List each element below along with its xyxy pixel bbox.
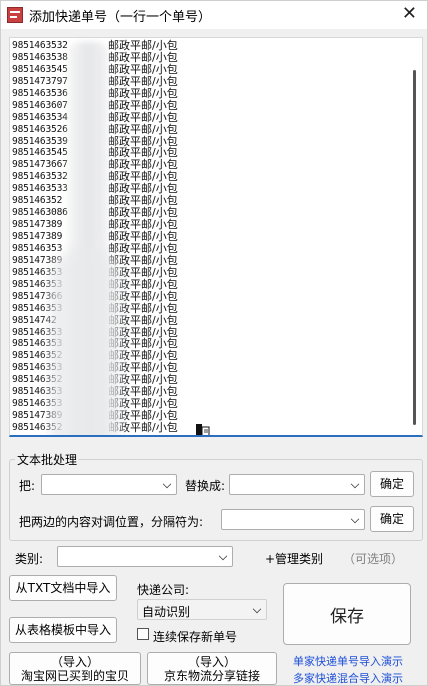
separator-combo[interactable] <box>221 509 365 530</box>
tracking-number: 9851463532 <box>12 40 68 51</box>
courier-selected: 自动识别 <box>142 605 191 619</box>
chevron-down-icon <box>252 604 262 614</box>
confirm-swap-button[interactable]: 确定 <box>370 506 414 532</box>
tracking-number: 9851463086 <box>12 207 68 219</box>
import-txt-button[interactable]: 从TXT文档中导入 <box>9 575 117 601</box>
tracking-numbers-textarea[interactable]: 9851463532 邮政平邮/小包 9851463538 邮政平邮/小包 985146… <box>9 37 423 437</box>
carrier-name: 邮政平邮/小包 <box>108 122 178 136</box>
window-title: 添加快递单号（一行一个单号） <box>29 9 212 25</box>
tracking-number: 985146352 <box>12 195 63 207</box>
tracking-number: 9851463533 <box>12 183 68 195</box>
tracking-number: 9851463539 <box>12 135 68 147</box>
optional-hint: （可选项） <box>343 552 404 566</box>
tracking-number: 9851463545 <box>12 147 68 159</box>
carrier-name: 邮政平邮/小包 <box>108 86 178 100</box>
add-tracking-dialog: 添加快递单号（一行一个单号） ✕ 9851463532 邮政平邮/小包 985146… <box>0 0 428 686</box>
app-logo-icon <box>7 7 23 23</box>
chevron-down-icon <box>350 479 360 489</box>
manage-category-link[interactable]: +管理类别 <box>265 550 323 567</box>
chevron-down-icon <box>218 551 228 561</box>
chevron-down-icon <box>162 479 172 489</box>
carrier-name: 邮政平邮/小包 <box>108 74 178 88</box>
from-combo[interactable] <box>41 474 177 495</box>
replace-label: 替换成: <box>185 479 226 493</box>
import-jd-button[interactable]: （导入） 京东物流分享链接 <box>147 652 277 685</box>
tracking-number: 9851463536 <box>12 87 68 99</box>
save-button[interactable]: 保存 <box>283 583 411 645</box>
carrier-name: 邮政平邮/小包 <box>108 98 178 112</box>
courier-combo[interactable]: 自动识别 <box>137 599 267 620</box>
import-taobao-top: （导入） <box>50 654 99 669</box>
from-label: 把: <box>19 479 36 493</box>
single-import-demo-link[interactable]: 单家快递单号导入演示 <box>293 653 403 669</box>
scrollbar-thumb[interactable] <box>413 70 416 425</box>
chevron-down-icon <box>350 514 360 524</box>
courier-label: 快递公司: <box>137 583 190 597</box>
tracking-number: 9851463545 <box>12 63 68 75</box>
category-label: 类别: <box>15 552 44 566</box>
title-bar: 添加快递单号（一行一个单号） ✕ <box>1 1 427 29</box>
tracking-number: 9851463532 <box>12 171 68 183</box>
import-taobao-button[interactable]: （导入） 淘宝网已买到的宝贝 <box>9 652 141 685</box>
import-taobao-bottom: 淘宝网已买到的宝贝 <box>20 668 129 683</box>
import-jd-bottom: 京东物流分享链接 <box>163 668 260 683</box>
editor-scrollbar[interactable] <box>410 40 420 434</box>
paste-cursor-icon <box>196 424 210 435</box>
replace-combo[interactable] <box>229 474 365 495</box>
tracking-number: 9851463607 <box>12 99 68 111</box>
confirm-replace-button[interactable]: 确定 <box>370 471 414 497</box>
tracking-number: 985147389 <box>12 219 63 231</box>
tracking-number: 9851473667 <box>12 159 68 171</box>
import-table-button[interactable]: 从表格模板中导入 <box>9 617 117 643</box>
continuous-save-checkbox[interactable] <box>137 628 149 640</box>
tracking-number: 9851463526 <box>12 123 68 135</box>
tracking-number: 9851463538 <box>12 51 68 63</box>
tracking-number: 9851463534 <box>12 111 68 123</box>
tracking-number: 985147389 <box>12 231 63 242</box>
batch-legend: 文本批处理 <box>15 451 80 468</box>
carrier-name: 邮政平邮/小包 <box>108 110 178 124</box>
close-icon[interactable]: ✕ <box>402 5 417 23</box>
redaction-mask-lower <box>50 248 120 435</box>
import-jd-top: （导入） <box>187 654 236 669</box>
multi-import-demo-link[interactable]: 多家快递混合导入演示 <box>293 670 403 686</box>
tracking-number: 9851473797 <box>12 75 68 87</box>
continuous-save-label: 连续保存新单号 <box>153 630 238 644</box>
swap-label: 把两边的内容对调位置，分隔符为: <box>19 515 204 529</box>
category-combo[interactable] <box>57 546 233 567</box>
